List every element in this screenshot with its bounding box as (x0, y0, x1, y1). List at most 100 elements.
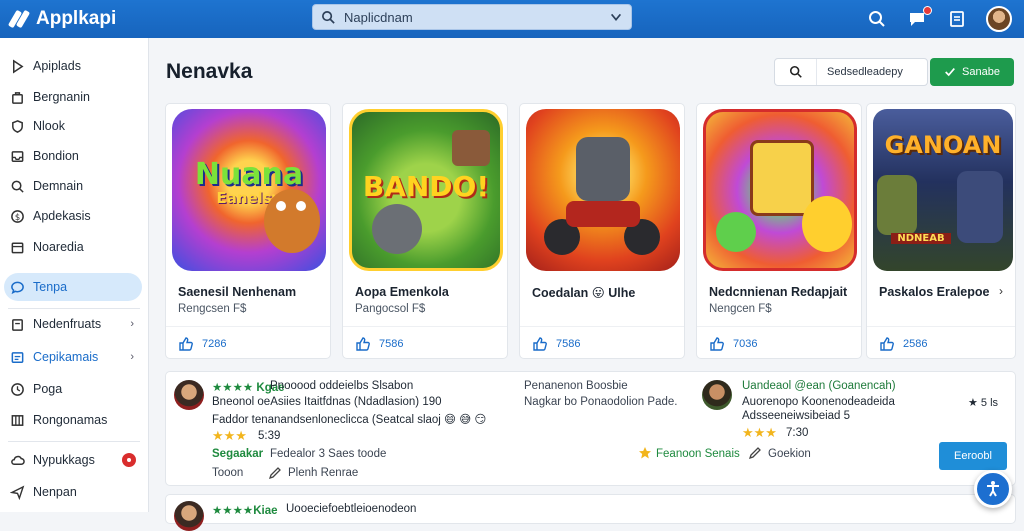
sidebar-item-label: Tenpa (33, 280, 68, 294)
game-card[interactable]: Nedcnnienan Redapjait Nengcen F$ 7036 (696, 103, 862, 359)
sidebar-item-nlook[interactable]: Nlook (4, 112, 142, 140)
card-divider (343, 326, 507, 327)
like-button[interactable]: 7586 (355, 336, 403, 352)
character-eye (296, 201, 306, 211)
review-text: Faddor tenanandsenloneclicca (Seatcal sl… (212, 414, 487, 426)
check-icon (945, 68, 955, 77)
sidebar-item-label: Nypukkags (33, 453, 95, 467)
documents-button[interactable] (946, 8, 968, 30)
clipboard-icon (12, 318, 23, 331)
sidebar-item-poga[interactable]: Poga (4, 375, 142, 403)
game-artwork: BANDO! (349, 109, 503, 271)
search-icon (775, 59, 817, 85)
search-button[interactable] (866, 8, 888, 30)
game-artwork: GANOAN NDNEAB (873, 109, 1013, 271)
sidebar-divider (8, 308, 140, 309)
user-avatar[interactable] (986, 6, 1012, 32)
thumbs-up-icon (533, 337, 547, 351)
like-count: 2586 (903, 338, 928, 350)
like-count: 7036 (733, 338, 758, 350)
like-button[interactable]: 7586 (532, 336, 580, 352)
save-button-label: Sanabe (962, 66, 1000, 78)
warrior-art (877, 175, 917, 235)
creature-art (716, 212, 756, 252)
review-meta: Nagkar bo Ponaodolion Pade. (524, 396, 678, 408)
creature-art (802, 196, 852, 252)
card-divider (867, 326, 1015, 327)
review-tag: Segaakar (212, 448, 264, 460)
sidebar-item-nenpan[interactable]: Nenpan (4, 478, 142, 506)
sidebar-item-apdekasis[interactable]: $ Apdekasis (4, 202, 142, 230)
game-title: Coedalan 😛 Ulhe (532, 286, 636, 300)
game-title: Nedcnnienan Redapjait (709, 285, 848, 299)
sidebar-item-cepikamais[interactable]: Cepikamais › (4, 343, 142, 371)
dollar-circle-icon: $ (11, 209, 24, 223)
reply-link[interactable]: Tooon (212, 467, 243, 479)
game-artwork (703, 109, 857, 271)
game-card[interactable]: BANDO! Aopa Emenkola Pangocsol F$ 7586 (342, 103, 508, 359)
pencil-icon[interactable] (748, 446, 762, 460)
grid-icon (11, 351, 24, 363)
game-card[interactable]: Nuana Eanelsy Saenesil Nenhenam Rengcsen… (165, 103, 331, 359)
filter-search-input[interactable]: Sedsedleadepy (774, 58, 928, 86)
save-button[interactable]: Sanabe (930, 58, 1014, 86)
review-text: Adsseeneiwsibeiad 5 (742, 410, 851, 422)
like-button[interactable]: 7286 (178, 336, 226, 352)
sidebar-divider (8, 441, 140, 442)
pencil-icon[interactable] (268, 466, 282, 480)
character-eye (276, 201, 286, 211)
app-logo[interactable]: Applkapi (8, 8, 308, 30)
game-card[interactable]: GANOAN NDNEAB Paskalos Eralepoe › 2586 (866, 103, 1016, 359)
reviewer-avatar[interactable] (174, 380, 204, 410)
more-arrow[interactable]: › (999, 284, 1003, 298)
sidebar-item-label: Bondion (33, 149, 79, 163)
sidebar-item-noaredia[interactable]: Noaredia (4, 233, 142, 261)
robot-art (576, 137, 630, 201)
card-divider (697, 326, 861, 327)
reviewer-name: Uandeaol @ean (Goanencah) (742, 380, 896, 392)
sidebar-item-bondion[interactable]: Bondion (4, 142, 142, 170)
logo-icon (8, 8, 30, 30)
messages-button[interactable] (906, 6, 932, 30)
sidebar-item-tenpa[interactable]: Tenpa (4, 273, 142, 301)
gear-art (372, 204, 422, 254)
sidebar-item-demnain[interactable]: Demnain (4, 172, 142, 200)
thumbs-up-icon (179, 337, 193, 351)
inbox-icon (11, 150, 24, 162)
sidebar-item-label: Apdekasis (33, 209, 91, 223)
rating-stars: ★★★ (212, 428, 247, 443)
review-meta: Penanenon Boosbie (524, 380, 628, 392)
document-icon (950, 11, 964, 27)
sidebar-item-apiplads[interactable]: Apiplads (4, 52, 142, 80)
assistant-fab-button[interactable] (974, 470, 1012, 508)
reviewer-avatar[interactable] (702, 380, 732, 410)
game-artwork: Nuana Eanelsy (172, 109, 326, 271)
sidebar-item-label: Poga (33, 382, 63, 396)
like-count: 7586 (556, 338, 581, 350)
reviewer-avatar[interactable] (174, 501, 204, 531)
svg-text:$: $ (15, 211, 20, 221)
action-link[interactable]: Goekion (768, 448, 811, 460)
sidebar-item-nypukkags[interactable]: Nypukkags (4, 446, 142, 474)
edit-link[interactable]: Plenh Renrae (288, 467, 358, 479)
like-button[interactable]: 2586 (879, 336, 927, 352)
sidebar-item-rongonamas[interactable]: Rongonamas (4, 406, 142, 434)
sidebar-item-label: Noaredia (33, 240, 84, 254)
reviewer-name: ★★★★Kiae (212, 505, 278, 517)
game-card[interactable]: Coedalan 😛 Ulhe 7586 (519, 103, 685, 359)
sidebar-item-nedenfruats[interactable]: Nedenfruats › (4, 310, 142, 338)
sidebar-item-bergnanin[interactable]: Bergnanin (4, 83, 142, 111)
search-icon (869, 11, 885, 27)
primary-action-button[interactable]: Eeroobl (939, 442, 1007, 470)
character-art (264, 189, 320, 253)
chevron-down-icon[interactable] (609, 10, 623, 24)
sidebar-item-label: Cepikamais (33, 350, 99, 364)
vehicle-art (566, 201, 640, 227)
play-outline-icon (13, 58, 24, 74)
sidebar-item-label: Apiplads (33, 59, 81, 73)
artwork-title: BANDO! (362, 170, 490, 203)
calendar-icon (11, 242, 24, 253)
like-button[interactable]: 7036 (709, 336, 757, 352)
review-text: Bneonol oeAsiies Itaitfdnas (Ndadlasion)… (212, 396, 442, 408)
top-search-bar[interactable]: Naplicdnam (312, 4, 632, 30)
